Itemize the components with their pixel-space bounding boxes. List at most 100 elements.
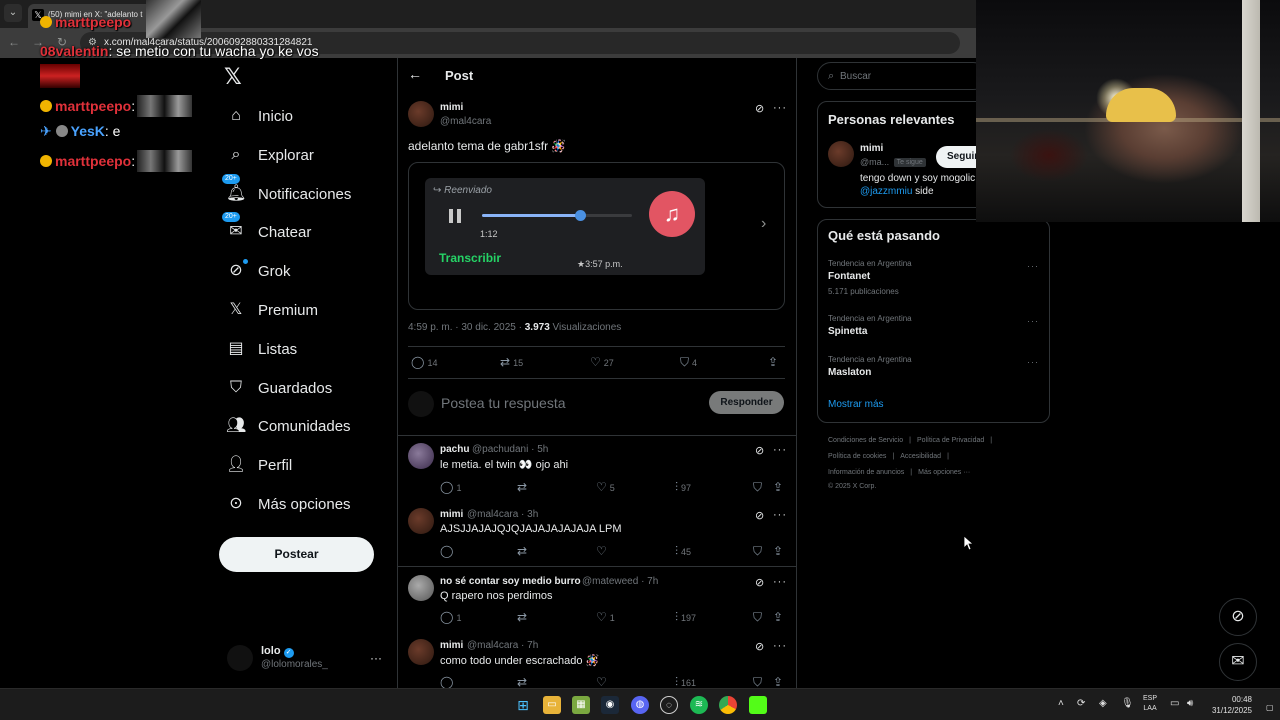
- footer-link[interactable]: Política de Privacidad: [917, 437, 984, 444]
- share-button[interactable]: ⇪: [773, 544, 786, 558]
- app-tray-icon[interactable]: ◈: [1099, 698, 1107, 709]
- avatar[interactable]: [408, 508, 434, 534]
- reply-button[interactable]: ◯ 1: [440, 610, 461, 624]
- post-button[interactable]: Postear: [219, 537, 374, 572]
- grok-icon[interactable]: ⊘: [755, 102, 764, 115]
- bookmark-button[interactable]: ⛉: [753, 480, 765, 495]
- reply-input[interactable]: Postea tu respuesta: [441, 395, 566, 411]
- like-button[interactable]: ♡: [596, 544, 610, 558]
- reply-button[interactable]: ◯ 1: [440, 480, 461, 494]
- system-clock[interactable]: 00:48 31/12/2025: [1210, 694, 1252, 716]
- footer-link[interactable]: Condiciones de Servicio: [828, 437, 903, 444]
- avatar[interactable]: [408, 575, 434, 601]
- more-options-icon[interactable]: ···: [773, 102, 787, 114]
- repost-button[interactable]: ⇄: [517, 675, 530, 689]
- repost-button[interactable]: ⇄: [517, 544, 530, 558]
- nav-item-listas[interactable]: ▤ Listas: [226, 337, 297, 361]
- trend-name[interactable]: Spinetta: [828, 326, 867, 337]
- grok-icon[interactable]: ⊘: [755, 444, 764, 457]
- more-options-icon[interactable]: ···: [773, 444, 787, 456]
- relevant-name[interactable]: mimi: [860, 143, 883, 154]
- avatar[interactable]: [408, 101, 434, 127]
- nav-item-comunidades[interactable]: 👥︎ Comunidades: [226, 414, 351, 438]
- more-options-icon[interactable]: ···: [773, 640, 787, 652]
- tab-search-button[interactable]: ⌄: [4, 4, 22, 22]
- trend-name[interactable]: Maslaton: [828, 367, 871, 378]
- reply-button[interactable]: ◯: [440, 544, 456, 558]
- like-button[interactable]: ♡ 1: [596, 610, 615, 624]
- reply-button[interactable]: ◯ 14: [411, 355, 437, 369]
- footer-link[interactable]: Accesibilidad: [900, 453, 941, 460]
- like-button[interactable]: ♡: [596, 675, 610, 689]
- bookmark-button[interactable]: ⛉: [753, 610, 765, 625]
- nav-item-notificaciones[interactable]: 🔔︎ 20+ Notificaciones: [222, 174, 351, 206]
- nav-item-explorar[interactable]: ⌕ Explorar: [226, 143, 314, 167]
- spotify-icon[interactable]: ≋: [690, 696, 708, 714]
- grok-icon[interactable]: ⊘: [755, 509, 764, 522]
- chrome-icon[interactable]: [719, 696, 737, 714]
- windows-start-icon[interactable]: ⊞: [514, 696, 532, 714]
- reply-author-handle[interactable]: @mal4cara · 3h: [467, 509, 538, 520]
- share-button[interactable]: ⇪: [773, 675, 786, 689]
- more-options-icon[interactable]: ···: [773, 576, 787, 588]
- views-button[interactable]: ⫶ 97: [675, 480, 691, 495]
- reply-author-name[interactable]: mimi: [440, 640, 463, 651]
- post-media-image[interactable]: ↪ Reenviado 1:12 ♫ Transcribir ★3:57 p.m…: [408, 162, 785, 310]
- x-logo-icon[interactable]: 𝕏: [224, 66, 246, 88]
- avatar[interactable]: [408, 443, 434, 469]
- app-icon[interactable]: ◌: [660, 696, 678, 714]
- chevron-up-icon[interactable]: ˄: [1058, 698, 1064, 709]
- nav-item-grok[interactable]: ⊘ Grok: [226, 259, 291, 283]
- reply-author-name[interactable]: pachu: [440, 444, 469, 455]
- app-icon[interactable]: ▦: [572, 696, 590, 714]
- grok-icon[interactable]: ⊘: [755, 576, 764, 589]
- microphone-icon[interactable]: 🎙︎: [1121, 698, 1134, 709]
- search-input[interactable]: ⌕ Buscar: [817, 62, 987, 90]
- back-arrow-icon[interactable]: ←: [6, 34, 22, 50]
- account-avatar[interactable]: [227, 645, 253, 671]
- more-options-icon[interactable]: ···: [773, 509, 787, 521]
- nav-item-guardados[interactable]: ⛉ Guardados: [226, 376, 332, 400]
- reply-submit-button[interactable]: Responder: [709, 391, 784, 414]
- bookmark-button[interactable]: ⛉: [753, 544, 765, 559]
- account-name[interactable]: lolo ✓: [261, 645, 294, 658]
- nav-item-chatear[interactable]: ✉ 20+ Chatear: [222, 212, 311, 244]
- views-button[interactable]: ⫶ 45: [675, 544, 691, 559]
- nav-item-perfil[interactable]: 👤︎ Perfil: [226, 453, 292, 477]
- nav-item-mas-opciones[interactable]: ⊙ Más opciones: [226, 492, 350, 516]
- file-explorer-icon[interactable]: ▭: [543, 696, 561, 714]
- account-more-icon[interactable]: ···: [370, 651, 382, 665]
- sync-icon[interactable]: ⟳: [1077, 698, 1085, 709]
- discord-icon[interactable]: ◍: [631, 696, 649, 714]
- language-indicator[interactable]: ESP LAA: [1143, 694, 1157, 714]
- trend-name[interactable]: Fontanet: [828, 271, 870, 282]
- grok-float-button[interactable]: ⊘: [1219, 598, 1257, 636]
- reply-author-handle[interactable]: @pachudani · 5h: [472, 444, 548, 455]
- views-button[interactable]: ⫶ 197: [675, 610, 696, 625]
- post-author-handle[interactable]: @mal4cara: [440, 116, 491, 127]
- footer-link[interactable]: Más opciones ···: [918, 469, 970, 476]
- more-options-icon[interactable]: ···: [1027, 316, 1039, 326]
- more-options-icon[interactable]: ···: [1027, 357, 1039, 367]
- reply-button[interactable]: ◯: [440, 675, 456, 689]
- nav-item-inicio[interactable]: ⌂ Inicio: [226, 104, 293, 128]
- repost-button[interactable]: ⇄: [517, 610, 530, 624]
- like-button[interactable]: ♡ 5: [596, 480, 615, 494]
- post-author-name[interactable]: mimi: [440, 102, 463, 113]
- share-button[interactable]: ⇪: [773, 480, 786, 494]
- notification-icon[interactable]: ▢: [1266, 703, 1274, 712]
- relevant-handle[interactable]: @ma... Te sigue: [860, 157, 926, 167]
- reply-author-handle[interactable]: @mateweed · 7h: [582, 576, 658, 587]
- show-more-link[interactable]: Mostrar más: [828, 399, 884, 410]
- steam-icon[interactable]: ◉: [601, 696, 619, 714]
- reply-author-handle[interactable]: @mal4cara · 7h: [467, 640, 538, 651]
- avatar[interactable]: [408, 639, 434, 665]
- kick-icon[interactable]: [749, 696, 767, 714]
- repost-button[interactable]: ⇄: [517, 480, 530, 494]
- back-arrow-icon[interactable]: ←: [408, 66, 422, 82]
- reply-author-name[interactable]: no sé contar soy medio burro: [440, 576, 581, 587]
- footer-link[interactable]: Política de cookies: [828, 453, 886, 460]
- share-button[interactable]: ⇪: [773, 610, 786, 624]
- repost-button[interactable]: ⇄ 15: [500, 355, 523, 369]
- footer-link[interactable]: Información de anuncios: [828, 469, 904, 476]
